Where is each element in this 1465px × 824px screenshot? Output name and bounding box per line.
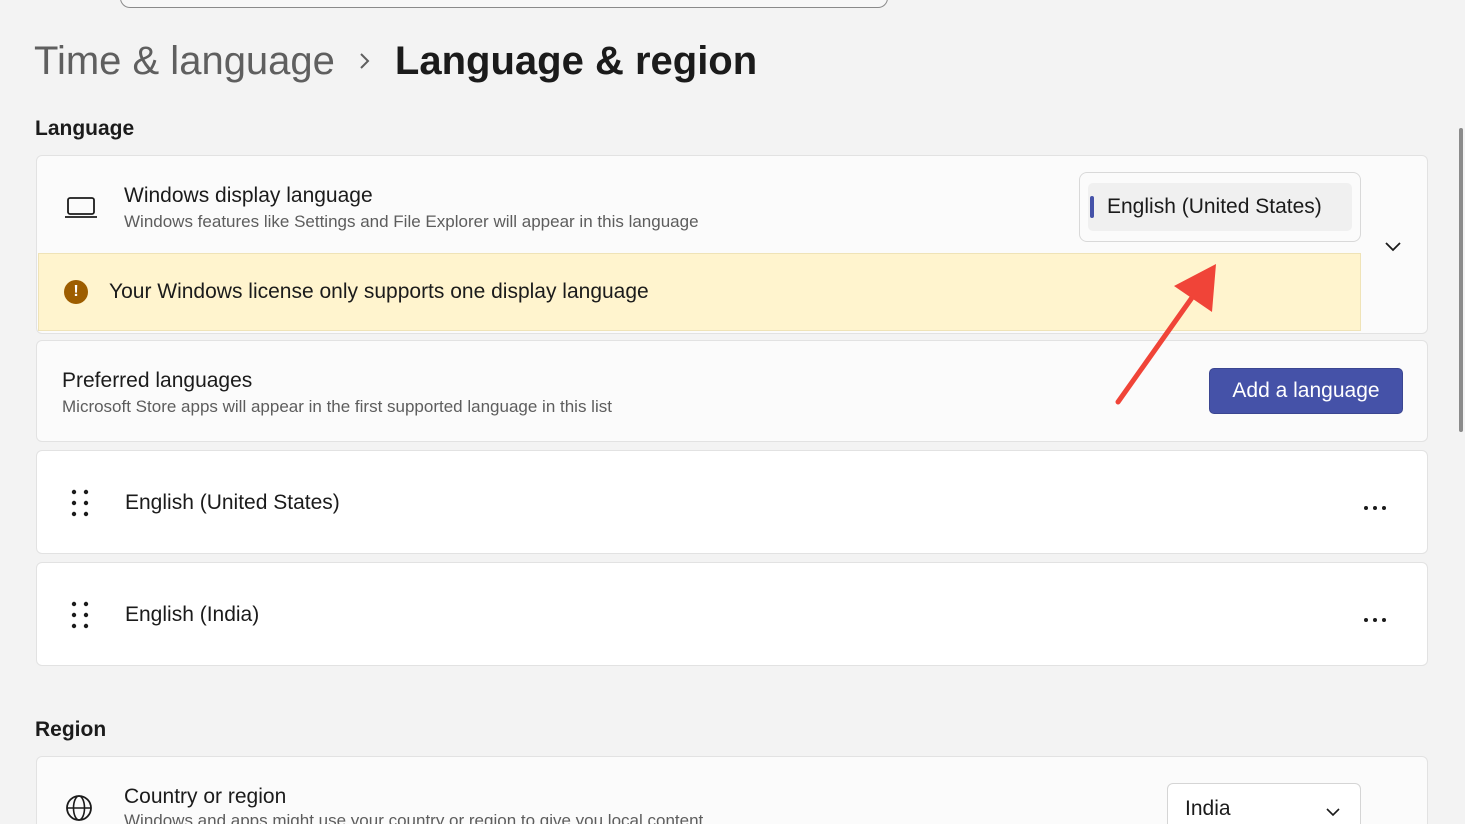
drag-handle-icon[interactable] [71, 489, 89, 517]
section-title-region: Region [35, 718, 107, 741]
chevron-down-icon[interactable] [1384, 240, 1402, 252]
globe-icon [64, 793, 94, 823]
display-language-value: English (United States) [1107, 195, 1322, 218]
breadcrumb: Time & language Language & region [34, 36, 757, 86]
preferred-languages-card: Preferred languages Microsoft Store apps… [36, 340, 1428, 442]
country-region-value: India [1185, 797, 1231, 820]
list-item[interactable]: English (United States) [36, 450, 1428, 554]
display-language-subtitle: Windows features like Settings and File … [124, 212, 699, 231]
page-title: Language & region [394, 38, 758, 83]
chevron-right-icon [335, 51, 395, 71]
more-options-icon[interactable] [1363, 610, 1387, 622]
preferred-languages-subtitle: Microsoft Store apps will appear in the … [62, 397, 612, 416]
country-region-card: Country or region Windows and apps might… [36, 756, 1428, 824]
selection-indicator [1090, 196, 1094, 218]
scrollbar-thumb[interactable] [1459, 128, 1463, 432]
country-region-title: Country or region [124, 785, 287, 808]
laptop-icon [65, 196, 97, 220]
search-box[interactable] [120, 0, 888, 8]
display-language-title: Windows display language [124, 184, 373, 207]
language-name: English (United States) [125, 491, 340, 514]
display-language-selected-option[interactable]: English (United States) [1088, 183, 1352, 231]
more-options-icon[interactable] [1363, 498, 1387, 510]
preferred-languages-title: Preferred languages [62, 369, 253, 392]
add-language-button[interactable]: Add a language [1209, 368, 1403, 414]
country-region-subtitle: Windows and apps might use your country … [124, 811, 704, 824]
license-warning-text: Your Windows license only supports one d… [109, 280, 649, 303]
drag-handle-icon[interactable] [71, 601, 89, 629]
breadcrumb-parent-time-language[interactable]: Time & language [34, 39, 335, 84]
country-region-dropdown[interactable]: India [1167, 783, 1361, 824]
language-name: English (India) [125, 603, 260, 626]
settings-page: Time & language Language & region Langua… [0, 0, 1465, 824]
list-item[interactable]: English (India) [36, 562, 1428, 666]
license-warning-bar: ! Your Windows license only supports one… [38, 253, 1361, 331]
warning-icon: ! [64, 280, 88, 304]
display-language-dropdown[interactable]: English (United States) [1079, 172, 1361, 242]
display-language-card: Windows display language Windows feature… [36, 155, 1428, 334]
section-title-language: Language [35, 117, 135, 140]
chevron-down-icon [1325, 804, 1341, 817]
